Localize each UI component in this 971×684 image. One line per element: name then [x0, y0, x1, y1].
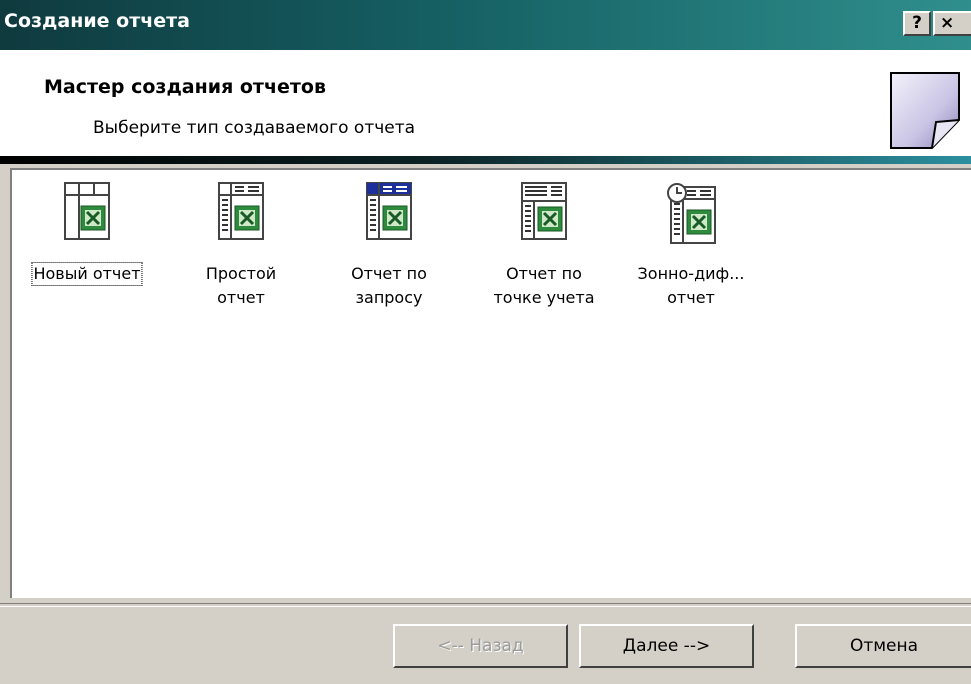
list-item-label: Отчет по точке учета	[493, 264, 595, 307]
cancel-button[interactable]: Отмена	[795, 624, 971, 668]
footer-divider	[0, 603, 971, 607]
wizard-subtitle: Выберите тип создаваемого отчета	[93, 118, 416, 138]
simple-report-icon	[218, 182, 264, 240]
metering-point-report-icon	[521, 182, 567, 240]
back-button[interactable]: <-- Назад	[393, 624, 568, 668]
next-button[interactable]: Далее -->	[579, 624, 754, 668]
report-page-icon	[890, 72, 960, 149]
list-item-zone-report[interactable]: Зонно-диф... отчет	[616, 170, 766, 320]
title-bar: Создание отчета ? ×	[0, 0, 971, 50]
wizard-header: Мастер создания отчетов Выберите тип соз…	[0, 50, 971, 156]
list-item-label: Отчет по запросу	[351, 264, 427, 307]
query-report-icon	[366, 182, 412, 240]
header-divider	[0, 156, 971, 164]
list-item-simple-report[interactable]: Простой отчет	[166, 170, 316, 320]
zone-report-icon	[667, 183, 716, 244]
report-type-list[interactable]: Новый отчет Простой отчет Отчет по запро…	[10, 168, 971, 598]
wizard-title: Мастер создания отчетов	[44, 76, 326, 98]
list-item-query-report[interactable]: Отчет по запросу	[314, 170, 464, 320]
list-item-label: Зонно-диф... отчет	[637, 264, 745, 307]
new-report-icon	[64, 182, 110, 240]
window-title: Создание отчета	[4, 10, 190, 32]
list-item-label: Простой отчет	[205, 264, 277, 307]
close-button[interactable]: ×	[933, 11, 971, 36]
list-item-new-report[interactable]: Новый отчет	[12, 170, 162, 320]
help-button[interactable]: ?	[903, 11, 931, 36]
list-item-metering-point-report[interactable]: Отчет по точке учета	[469, 170, 619, 320]
list-item-label: Новый отчет	[31, 262, 143, 286]
